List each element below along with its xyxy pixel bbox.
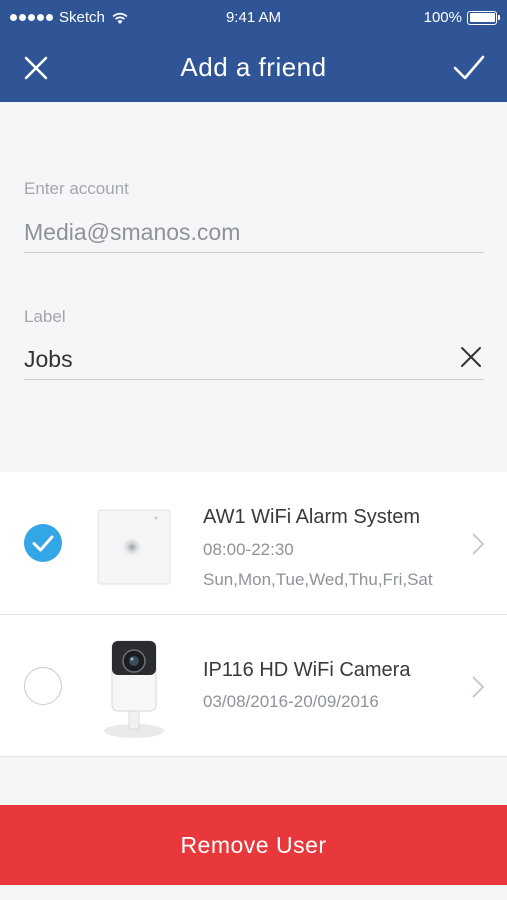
alarm-hub-image: [97, 509, 171, 585]
selected-check-icon[interactable]: [24, 524, 62, 562]
page-title: Add a friend: [180, 52, 327, 82]
account-input[interactable]: [24, 213, 484, 253]
device-date-range: 03/08/2016-20/09/2016: [203, 692, 379, 711]
device-days: Sun,Mon,Tue,Wed,Thu,Fri,Sat: [203, 570, 433, 589]
device-name: IP116 HD WiFi Camera: [203, 659, 411, 681]
device-name: AW1 WiFi Alarm System: [203, 506, 421, 528]
battery-icon: [467, 10, 500, 25]
battery-percent: 100%: [423, 9, 462, 26]
label-input[interactable]: [24, 340, 484, 380]
app-header: Sketch 9:41 AM 100% Add a friend: [0, 0, 507, 102]
bottom-spacer: [0, 885, 507, 900]
label-field-label: Label: [24, 307, 66, 326]
remove-user-button[interactable]: Remove User: [0, 805, 507, 885]
unselected-circle-icon[interactable]: [24, 667, 62, 705]
friend-form: Enter account Label: [0, 102, 507, 472]
device-row-camera[interactable]: IP116 HD WiFi Camera 03/08/2016-20/09/20…: [0, 615, 507, 757]
checkmark-icon[interactable]: [453, 54, 485, 82]
chevron-right-icon: [472, 676, 485, 698]
clear-icon[interactable]: [460, 346, 482, 368]
status-right: 100%: [423, 9, 500, 26]
nav-bar: Add a friend: [0, 36, 507, 102]
device-row-alarm[interactable]: AW1 WiFi Alarm System 08:00-22:30 Sun,Mo…: [0, 472, 507, 615]
camera-image: [104, 640, 164, 738]
device-list: AW1 WiFi Alarm System 08:00-22:30 Sun,Mo…: [0, 472, 507, 757]
status-bar: Sketch 9:41 AM 100%: [0, 0, 507, 36]
device-time-range: 08:00-22:30: [203, 540, 294, 559]
chevron-right-icon: [472, 533, 485, 555]
account-field-label: Enter account: [24, 179, 129, 198]
